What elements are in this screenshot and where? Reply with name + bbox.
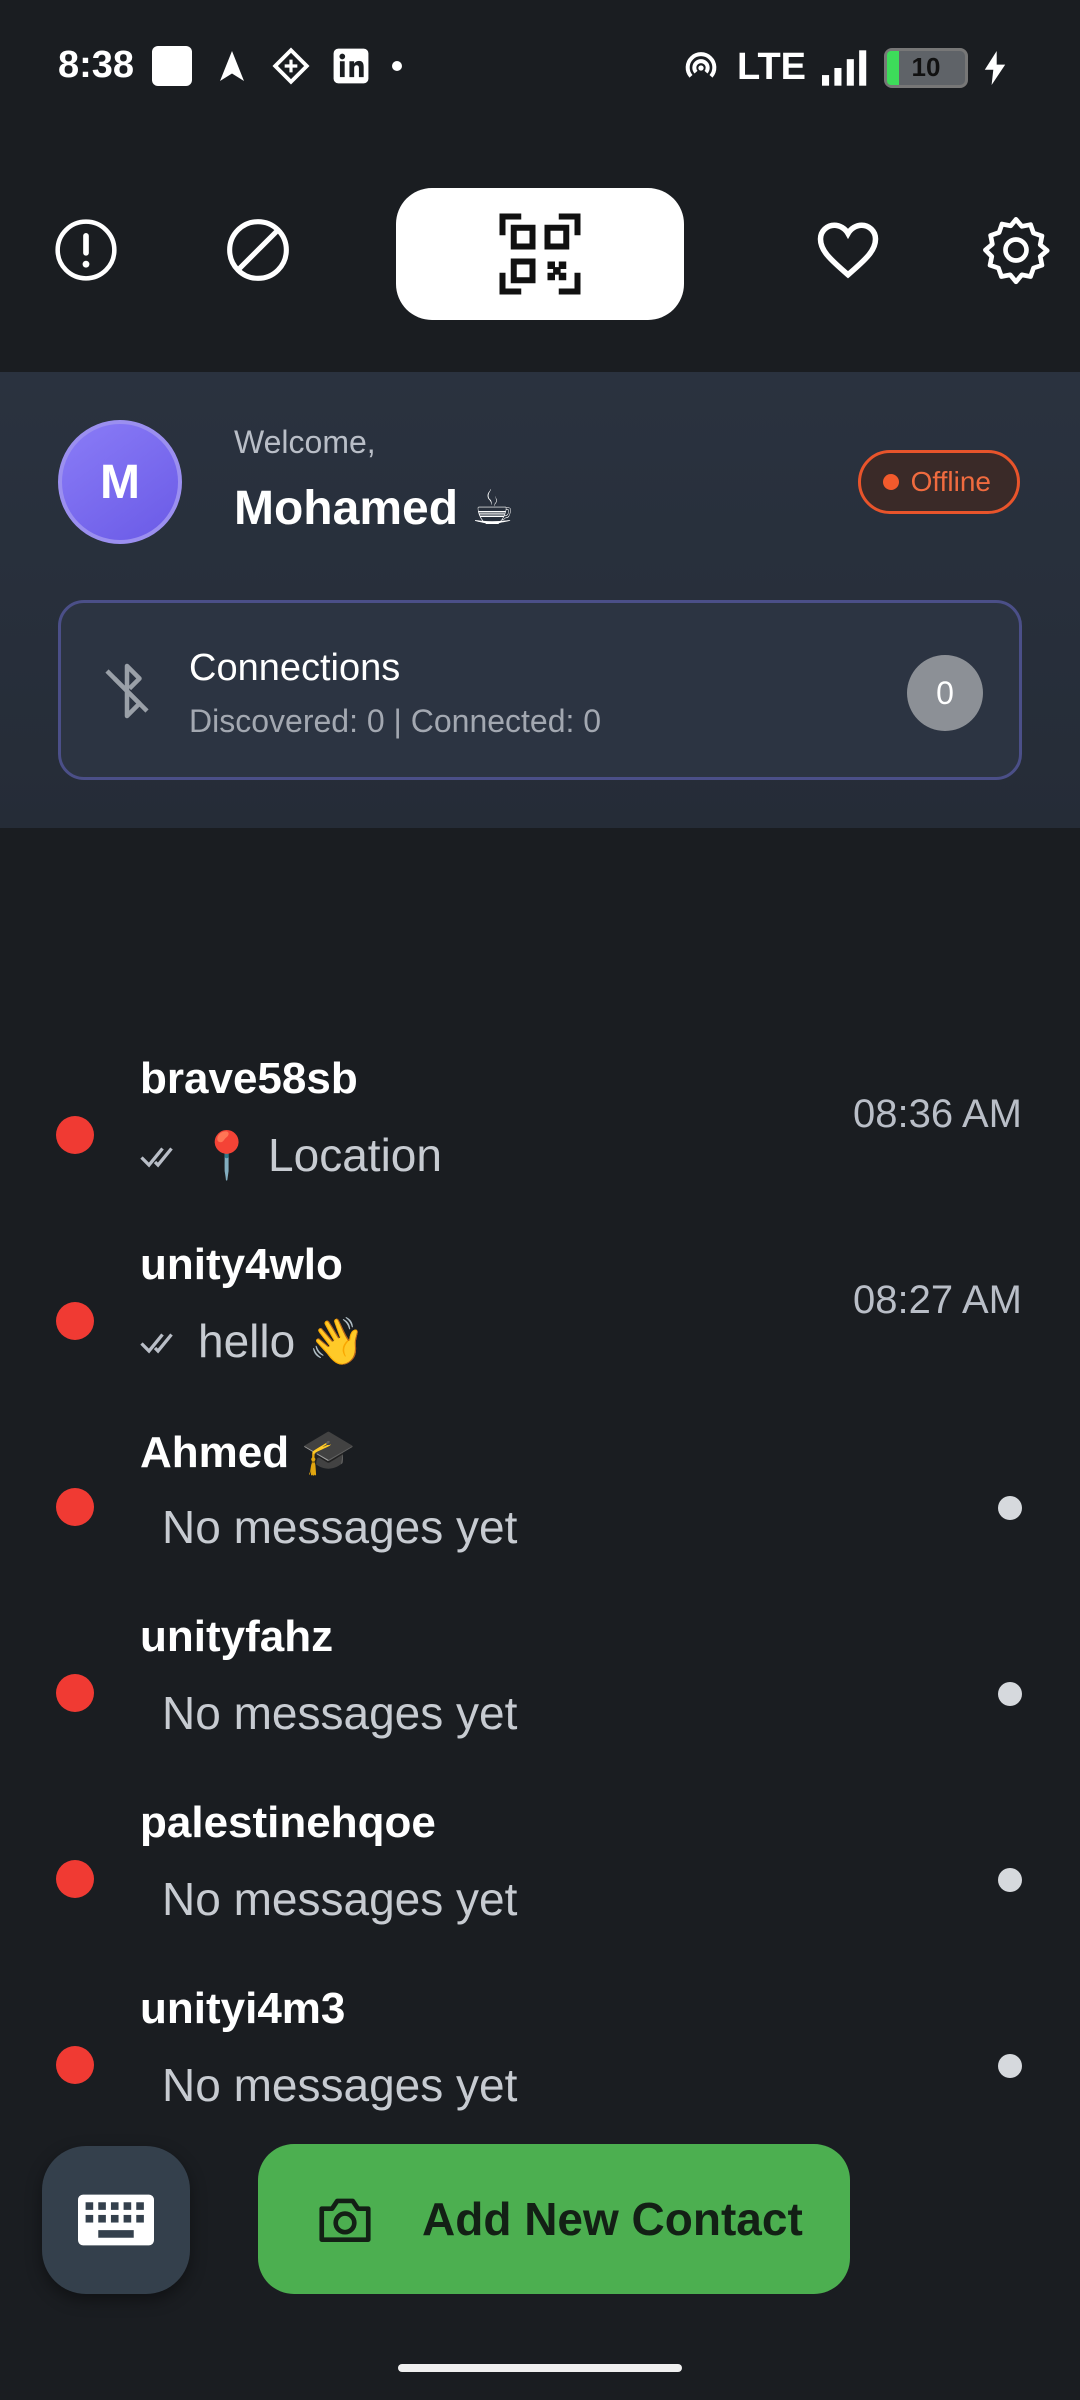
status-time: 8:38 — [58, 44, 135, 86]
connections-subtitle: Discovered: 0 | Connected: 0 — [189, 703, 602, 739]
welcome-panel: M Welcome, Mohamed ☕ Offline Connections… — [0, 372, 1080, 828]
chat-preview-text: No messages yet — [162, 1501, 518, 1553]
chat-preview-text: No messages yet — [162, 1873, 518, 1925]
connections-title: Connections — [189, 647, 401, 689]
chat-name: unityi4m3 — [140, 1984, 346, 2033]
battery-level: 10 — [911, 52, 941, 82]
more-dot-icon — [392, 61, 402, 71]
system-icons: LTE 10 — [681, 46, 1006, 89]
navigation-icon — [220, 51, 244, 81]
blocked-button[interactable] — [218, 210, 298, 290]
signal-icon — [822, 49, 867, 86]
camera-icon — [319, 2198, 371, 2242]
charging-icon — [984, 50, 1006, 85]
diamond-app-icon — [272, 47, 310, 85]
chat-name: Ahmed 🎓 — [140, 1428, 357, 1477]
qr-code-button[interactable] — [396, 188, 684, 320]
user-name: Mohamed ☕ — [234, 482, 515, 535]
chat-preview: No messages yet — [162, 1872, 517, 1926]
chat-name: brave58sb — [140, 1054, 358, 1103]
chat-row[interactable]: unityi4m3 No messages yet — [0, 1970, 1080, 2156]
double-check-icon — [140, 1146, 173, 1167]
presence-dot — [56, 1674, 94, 1712]
chat-list: brave58sb 📍 Location 08:36 AM unity4wlo … — [0, 1040, 1080, 2156]
settings-icon — [983, 217, 1050, 285]
presence-dot — [56, 1116, 94, 1154]
connections-card[interactable]: Connections Discovered: 0 | Connected: 0… — [58, 600, 1022, 780]
double-check-icon — [140, 1332, 173, 1353]
chat-name: unity4wlo — [140, 1240, 343, 1289]
presence-dot — [56, 1302, 94, 1340]
offline-dot-icon — [882, 474, 899, 490]
chat-preview-text: hello 👋 — [198, 1315, 366, 1367]
chat-preview-text: 📍 Location — [198, 1129, 442, 1181]
status-dot — [998, 1868, 1022, 1892]
chat-name: palestinehqoe — [140, 1798, 436, 1847]
status-label: Offline — [910, 466, 991, 497]
keyboard-button[interactable] — [42, 2146, 190, 2294]
status-bar: 8:38 LTE 10 — [0, 0, 1080, 136]
battery-icon: 10 — [884, 47, 968, 88]
chat-preview: 📍 Location — [140, 1128, 442, 1183]
welcome-label: Welcome, — [234, 424, 376, 460]
report-button[interactable] — [46, 210, 126, 290]
presence-dot — [56, 2046, 94, 2084]
bluetooth-off-icon — [105, 663, 149, 719]
chat-row[interactable]: unityfahz No messages yet — [0, 1598, 1080, 1784]
add-contact-button[interactable]: Add New Contact — [258, 2144, 850, 2294]
status-dot — [998, 2054, 1022, 2078]
chat-preview: hello 👋 — [140, 1314, 365, 1369]
app-notification-icon — [152, 46, 192, 86]
network-type: LTE — [737, 46, 806, 88]
chat-preview: No messages yet — [162, 1686, 517, 1740]
heart-icon — [817, 222, 879, 279]
chat-row[interactable]: palestinehqoe No messages yet — [0, 1784, 1080, 1970]
block-icon — [227, 219, 289, 281]
top-toolbar — [0, 180, 1080, 330]
favorites-button[interactable] — [808, 210, 888, 290]
chat-preview-text: No messages yet — [162, 1687, 518, 1739]
presence-dot — [56, 1860, 94, 1898]
connections-count: 0 — [907, 655, 983, 731]
status-dot — [998, 1682, 1022, 1706]
chat-row[interactable]: unity4wlo hello 👋 08:27 AM — [0, 1226, 1080, 1412]
settings-button[interactable] — [976, 210, 1056, 290]
chat-time: 08:27 AM — [852, 1278, 1022, 1322]
keyboard-icon — [78, 2194, 154, 2246]
notification-icons — [152, 46, 402, 86]
hotspot-icon — [685, 51, 717, 78]
presence-dot — [56, 1488, 94, 1526]
status-badge[interactable]: Offline — [857, 450, 1020, 514]
avatar[interactable]: M — [58, 420, 182, 544]
alert-icon — [55, 219, 117, 281]
chat-row[interactable]: brave58sb 📍 Location 08:36 AM — [0, 1040, 1080, 1226]
chat-name: unityfahz — [140, 1612, 334, 1661]
chat-preview-text: No messages yet — [162, 2059, 518, 2111]
chat-preview: No messages yet — [162, 1500, 517, 1554]
chat-time: 08:36 AM — [852, 1092, 1022, 1136]
add-contact-label: Add New Contact — [422, 2193, 803, 2245]
qr-code-icon — [499, 213, 581, 295]
linkedin-icon — [333, 48, 369, 84]
chat-preview: No messages yet — [162, 2058, 517, 2112]
chat-row[interactable]: Ahmed 🎓 No messages yet — [0, 1412, 1080, 1598]
status-dot — [998, 1496, 1022, 1520]
home-indicator[interactable] — [398, 2364, 682, 2372]
